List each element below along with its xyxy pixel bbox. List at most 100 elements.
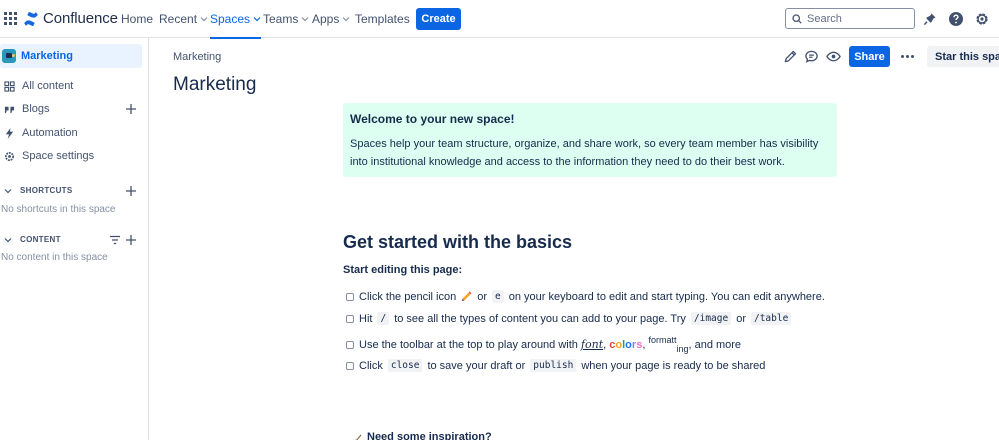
inline-code: /image [690,312,732,325]
filter-icon[interactable] [110,235,120,245]
gear-icon [5,151,14,161]
shortcuts-empty-text: No shortcuts in this space [1,204,116,215]
search-input[interactable]: Search [785,8,915,29]
panel-body: Spaces help your team structure, organiz… [350,138,819,168]
inspiration-text: Need some inspiration? [367,431,492,440]
chevron-down-icon [253,17,261,22]
nav-templates[interactable]: Templates [355,12,410,26]
subheading: Start editing this page: [343,264,463,276]
superscript-text: formatt [648,335,677,345]
notifications-icon[interactable] [922,11,938,27]
panel-title: Welcome to your new space! [350,112,515,126]
shortcuts-header: SHORTCUTS [20,186,73,195]
add-shortcut-plus-icon[interactable] [126,186,136,196]
task-text: to save your draft or [427,359,526,372]
paintbrush-emoji-icon [354,434,362,440]
sidebar-item-all-content[interactable]: All content [4,80,73,92]
task-item: Hit / to see all the types of content yo… [346,312,792,325]
create-button[interactable]: Create [416,8,461,30]
inline-code: publish [530,359,577,372]
confluence-logo[interactable]: Confluence [24,10,118,27]
sidebar: Marketing All content Blogs Automation S… [0,38,149,440]
nav-recent[interactable]: Recent [159,12,208,26]
inline-code: / [377,312,390,325]
pencil-emoji-icon [462,291,472,302]
add-content-plus-icon[interactable] [126,235,136,245]
task-checkbox[interactable] [346,314,354,323]
sidebar-section-content[interactable]: CONTENT [4,235,61,244]
lightning-icon [5,127,14,139]
task-item: Click the pencil icon or e on your keybo… [346,290,825,303]
comment-icon[interactable] [804,49,819,64]
sidebar-item-label: Space settings [22,150,95,162]
task-checkbox[interactable] [346,292,354,301]
chevron-down-icon [4,237,12,242]
share-button[interactable]: Share [849,46,890,67]
task-text: or [736,312,746,325]
sidebar-item-automation[interactable]: Automation [4,127,78,139]
search-icon [792,13,802,24]
task-text: Hit [359,312,373,325]
edit-pencil-icon[interactable] [783,49,798,64]
task-text: , and more [688,339,742,351]
colors-sample-text: colors [609,339,642,351]
app-switcher-icon[interactable] [4,12,17,25]
chevron-down-icon [301,17,309,22]
task-text: Click [359,359,383,372]
task-item: Click close to save your draft or publis… [346,359,765,372]
sidebar-space-marketing[interactable]: Marketing [0,44,142,68]
inline-code: close [387,359,423,372]
top-navigation: Confluence Home Recent Spaces Teams Apps… [0,0,999,39]
inline-code: /table [750,312,792,325]
font-sample-text: font [580,338,604,351]
chevron-down-icon [200,17,208,22]
subscript-text: ing [676,344,689,354]
watch-eye-icon[interactable] [826,49,841,64]
chevron-down-icon [4,188,12,193]
color-letter: o [625,339,632,351]
task-text: on your keyboard to edit and start typin… [508,290,825,303]
space-avatar [2,49,16,63]
settings-gear-icon[interactable] [974,11,990,27]
section-heading: Get started with the basics [343,232,573,252]
inspiration-heading: Need some inspiration? [354,431,492,440]
help-icon[interactable] [948,11,964,27]
nav-templates-label: Templates [355,12,410,26]
all-content-icon [4,80,15,92]
content-empty-text: No content in this space [1,252,108,263]
nav-spaces-label: Spaces [210,12,251,26]
inline-code: e [492,290,504,303]
nav-spaces[interactable]: Spaces [210,12,262,39]
task-item: Use the toolbar at the top to play aroun… [346,335,741,354]
task-text: Click the pencil icon [359,290,457,303]
breadcrumb[interactable]: Marketing [173,51,221,63]
task-text: , [603,339,607,351]
product-name: Confluence [43,10,118,27]
quote-icon [4,106,15,113]
sidebar-section-shortcuts[interactable]: SHORTCUTS [4,186,72,195]
nav-teams[interactable]: Teams [263,12,309,26]
star-space-button[interactable]: Star this space [927,46,999,67]
chevron-down-icon [342,17,350,22]
task-checkbox[interactable] [346,340,354,349]
nav-apps[interactable]: Apps [312,12,350,26]
task-text: when your page is ready to be shared [581,359,766,372]
nav-home[interactable]: Home [121,12,153,26]
content-header: CONTENT [20,235,61,244]
page-title: Marketing [173,74,257,95]
sidebar-item-label: All content [22,80,74,92]
sidebar-item-space-settings[interactable]: Space settings [4,150,94,162]
more-actions-icon[interactable] [899,50,915,62]
task-text: , [642,339,646,351]
nav-home-label: Home [121,12,154,26]
space-name: Marketing [21,50,73,62]
nav-apps-label: Apps [312,12,340,26]
confluence-logo-icon [24,11,38,26]
task-text: or [477,290,487,303]
add-blog-plus-icon[interactable] [126,104,136,114]
sidebar-item-blogs[interactable]: Blogs [4,103,50,115]
welcome-panel: Welcome to your new space! Spaces help y… [343,103,837,177]
task-checkbox[interactable] [346,361,354,370]
task-text: to see all the types of content you can … [394,312,686,325]
sidebar-item-label: Automation [22,127,78,139]
